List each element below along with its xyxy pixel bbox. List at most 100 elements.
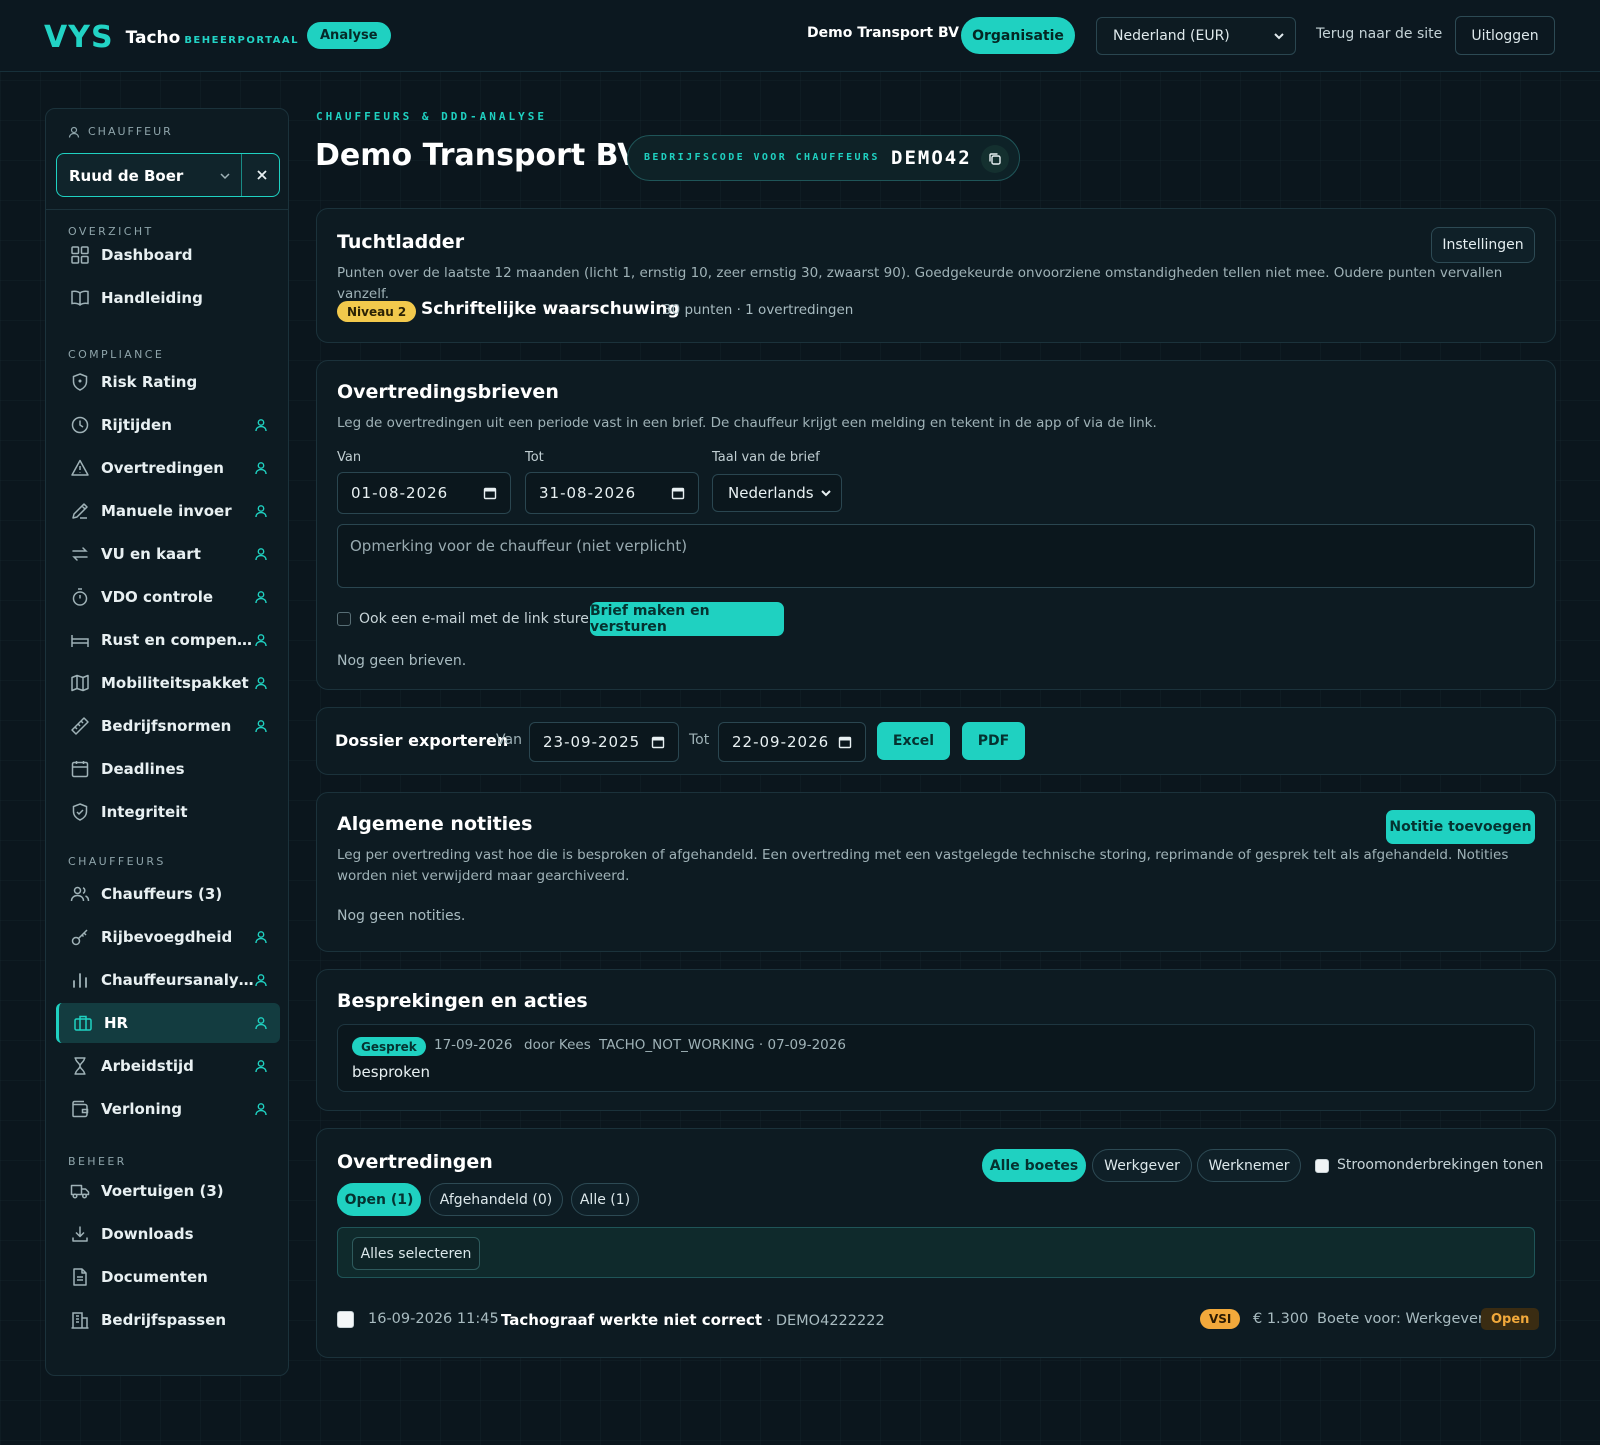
- sidebar-item-label: Voertuigen (3): [101, 1182, 224, 1200]
- letter-to-date[interactable]: 31-08-2026: [525, 472, 699, 514]
- sidebar-item-chauffeursanaly[interactable]: Chauffeursanaly…: [56, 960, 280, 1000]
- logo[interactable]: VYS Tacho BEHEERPORTAAL: [44, 20, 299, 55]
- logout-button[interactable]: Uitloggen: [1455, 16, 1555, 55]
- company-code-label: BEDRIJFSCODE VOOR CHAUFFEURS: [644, 152, 880, 163]
- grid-icon: [71, 246, 89, 264]
- filter-employee[interactable]: Werknemer: [1197, 1149, 1301, 1182]
- calendar-icon[interactable]: [483, 486, 497, 500]
- create-letter-button[interactable]: Brief maken en versturen: [590, 602, 784, 636]
- logo-sub: BEHEERPORTAAL: [184, 35, 299, 46]
- export-from-date[interactable]: 23-09-2025: [529, 722, 679, 762]
- letter-from-value: 01-08-2026: [351, 484, 449, 502]
- row-description: Tachograaf werkte niet correct · DEMO422…: [501, 1311, 885, 1329]
- sidebar-item-label: Manuele invoer: [101, 502, 232, 520]
- tab-handled[interactable]: Afgehandeld (0): [429, 1183, 563, 1216]
- sidebar-item-label: Chauffeursanaly…: [101, 971, 254, 989]
- stopwatch-icon: [72, 588, 88, 606]
- copy-code-button[interactable]: [981, 145, 1009, 173]
- sidebar-item-arbeidstijd[interactable]: Arbeidstijd: [56, 1046, 280, 1086]
- mode-badge[interactable]: Analyse: [307, 22, 391, 49]
- sidebar-item-rijbevoegdheid[interactable]: Rijbevoegdheid: [56, 917, 280, 957]
- letter-from-date[interactable]: 01-08-2026: [337, 472, 511, 514]
- sidebar-item-handleiding[interactable]: Handleiding: [56, 278, 280, 318]
- calendar-icon[interactable]: [651, 735, 665, 749]
- export-title: Dossier exporteren: [335, 731, 509, 750]
- sidebar-item-overtredingen[interactable]: Overtredingen: [56, 448, 280, 488]
- row-checkbox[interactable]: [337, 1311, 354, 1328]
- clock-icon: [71, 416, 89, 434]
- download-icon: [72, 1226, 88, 1242]
- sidebar-item-integriteit[interactable]: Integriteit: [56, 792, 280, 832]
- country-select-value: Nederland (EUR): [1113, 28, 1230, 44]
- sidebar-item-label: Chauffeurs (3): [101, 885, 223, 903]
- briefcase-icon: [74, 1015, 92, 1031]
- notes-empty: Nog geen notities.: [337, 908, 466, 924]
- sidebar-item-vu-en-kaart[interactable]: VU en kaart: [56, 534, 280, 574]
- sidebar-item-label: Integriteit: [101, 803, 188, 821]
- back-to-site-link[interactable]: Terug naar de site: [1316, 26, 1442, 42]
- swap-icon: [72, 547, 88, 561]
- sidebar-item-bedrijfspassen[interactable]: Bedrijfspassen: [56, 1300, 280, 1340]
- discussion-item[interactable]: Gesprek 17-09-2026 door Kees TACHO_NOT_W…: [337, 1024, 1535, 1092]
- remark-placeholder: Opmerking voor de chauffeur (niet verpli…: [350, 537, 688, 555]
- notes-description: Leg per overtreding vast hoe die is besp…: [337, 847, 1509, 884]
- filter-all-fines[interactable]: Alle boetes: [982, 1149, 1086, 1182]
- sidebar-item-bedrijfsnormen[interactable]: Bedrijfsnormen: [56, 706, 280, 746]
- logo-mark: VYS: [44, 20, 114, 55]
- section-beheer: BEHEER: [68, 1155, 127, 1168]
- copy-icon: [989, 153, 1001, 165]
- email-checkbox-label: Ook een e-mail met de link sturen: [359, 611, 598, 627]
- tab-all[interactable]: Alle (1): [571, 1183, 639, 1216]
- sidebar-item-documenten[interactable]: Documenten: [56, 1257, 280, 1297]
- export-to-date[interactable]: 22-09-2026: [718, 722, 866, 762]
- driver-scoped-icon: [255, 677, 267, 690]
- sidebar-item-manuele-invoer[interactable]: Manuele invoer: [56, 491, 280, 531]
- select-all-button[interactable]: Alles selecteren: [352, 1237, 480, 1270]
- power-interruptions-checkbox[interactable]: [1315, 1159, 1329, 1173]
- sidebar-item-label: Downloads: [101, 1225, 194, 1243]
- remark-textarea[interactable]: Opmerking voor de chauffeur (niet verpli…: [337, 524, 1535, 588]
- filter-employer[interactable]: Werkgever: [1092, 1149, 1192, 1182]
- pencil-icon: [72, 503, 88, 519]
- sidebar-item-rijtijden[interactable]: Rijtijden: [56, 405, 280, 445]
- calendar-icon[interactable]: [838, 735, 852, 749]
- sidebar-item-risk-rating[interactable]: Risk Rating: [56, 362, 280, 402]
- sidebar-item-mobiliteitspakket[interactable]: Mobiliteitspakket: [56, 663, 280, 703]
- sidebar-item-label: Arbeidstijd: [101, 1057, 194, 1075]
- language-select[interactable]: Nederlands: [712, 474, 842, 512]
- sidebar-item-verloning[interactable]: Verloning: [56, 1089, 280, 1129]
- section-chauffeurs: CHAUFFEURS: [68, 855, 166, 868]
- driver-select[interactable]: Ruud de Boer: [56, 153, 280, 197]
- sidebar-item-dashboard[interactable]: Dashboard: [56, 235, 280, 275]
- map-icon: [71, 674, 89, 692]
- tab-open[interactable]: Open (1): [337, 1183, 421, 1216]
- truck-icon: [70, 1184, 90, 1199]
- letter-to-value: 31-08-2026: [539, 484, 637, 502]
- sidebar-item-label: Handleiding: [101, 289, 203, 307]
- driver-select-value: Ruud de Boer: [69, 167, 184, 185]
- country-select[interactable]: Nederland (EUR): [1096, 17, 1296, 55]
- export-pdf-button[interactable]: PDF: [962, 722, 1025, 760]
- clear-driver-icon[interactable]: [254, 167, 270, 183]
- calendar-icon[interactable]: [671, 486, 685, 500]
- export-excel-button[interactable]: Excel: [877, 722, 950, 760]
- email-checkbox[interactable]: [337, 612, 351, 626]
- sidebar-item-vdo-controle[interactable]: VDO controle: [56, 577, 280, 617]
- company-code-pill: BEDRIJFSCODE VOOR CHAUFFEURS DEMO42: [627, 135, 1020, 181]
- driver-scoped-icon: [255, 1060, 267, 1073]
- add-note-button[interactable]: Notitie toevoegen: [1386, 810, 1535, 844]
- sidebar-item-rust-en-compen[interactable]: Rust en compen…: [56, 620, 280, 660]
- chevron-down-icon: [821, 490, 831, 497]
- sidebar-item-chauffeurs-3[interactable]: Chauffeurs (3): [56, 874, 280, 914]
- driver-scoped-icon: [255, 1017, 267, 1030]
- sidebar-item-deadlines[interactable]: Deadlines: [56, 749, 280, 789]
- sidebar-item-hr[interactable]: HR: [56, 1003, 280, 1043]
- chevron-down-icon: [1274, 33, 1284, 40]
- sidebar-item-downloads[interactable]: Downloads: [56, 1214, 280, 1254]
- page-title: Demo Transport BV: [315, 138, 641, 173]
- settings-button[interactable]: Instellingen: [1431, 227, 1535, 263]
- organisation-button[interactable]: Organisatie: [961, 17, 1075, 54]
- discussion-reference: TACHO_NOT_WORKING · 07-09-2026: [599, 1037, 846, 1053]
- level-badge: Niveau 2: [337, 301, 417, 322]
- sidebar-item-voertuigen-3[interactable]: Voertuigen (3): [56, 1171, 280, 1211]
